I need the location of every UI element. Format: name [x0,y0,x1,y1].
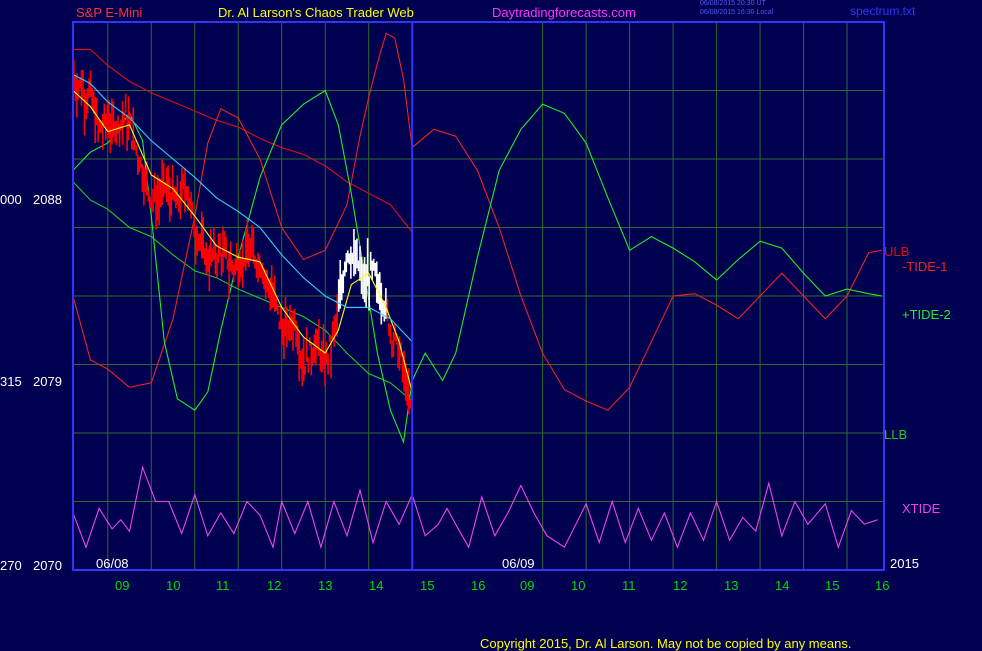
x-tick-label: 16 [875,578,890,593]
x-tick-label: 14 [369,578,384,593]
legend-llb: LLB [884,427,908,442]
date-label-day1: 06/08 [96,556,129,571]
chart-background [0,0,982,650]
y-tick-label: 2070 [33,558,62,573]
x-tick-label: 10 [166,578,181,593]
legend-tide-minus-1: -TIDE-1 [902,259,948,274]
y-left-label: 000 [0,192,22,207]
y-left-label: 315 [0,374,22,389]
x-tick-label: 15 [420,578,435,593]
x-tick-label: 14 [775,578,790,593]
x-tick-label: 12 [267,578,282,593]
y-tick-label: 2079 [33,374,62,389]
x-tick-label: 13 [318,578,333,593]
copyright-notice: Copyright 2015, Dr. Al Larson. May not b… [480,636,852,651]
timestamp-local: 06/08/2015 16:30 Local [700,9,774,16]
x-tick-label: 12 [673,578,688,593]
date-label-day2: 06/09 [502,556,535,571]
site-url-link[interactable]: Daytradingforecasts.com [492,5,636,20]
legend-xtide: XTIDE [902,501,941,516]
year-label: 2015 [890,556,919,571]
timestamp-ut: 06/08/2015 20:30 UT [700,0,766,7]
x-tick-label: 13 [724,578,739,593]
y-tick-label: 2088 [33,192,62,207]
instrument-title: S&P E-Mini [76,5,143,20]
x-tick-label: 15 [825,578,840,593]
legend-tide-plus-2: +TIDE-2 [902,307,951,322]
x-tick-label: 10 [571,578,586,593]
site-title: Dr. Al Larson's Chaos Trader Web [218,5,414,20]
x-tick-label: 11 [622,578,636,593]
x-tick-label: 11 [216,578,230,593]
y-left-label: 270 [0,558,22,573]
x-tick-label: 09 [115,578,130,593]
x-tick-label: 09 [520,578,535,593]
legend-ulb: ULB [884,244,910,259]
data-filename: spectrum.txt [850,4,916,18]
chart-canvas [0,0,982,650]
x-tick-label: 16 [471,578,486,593]
